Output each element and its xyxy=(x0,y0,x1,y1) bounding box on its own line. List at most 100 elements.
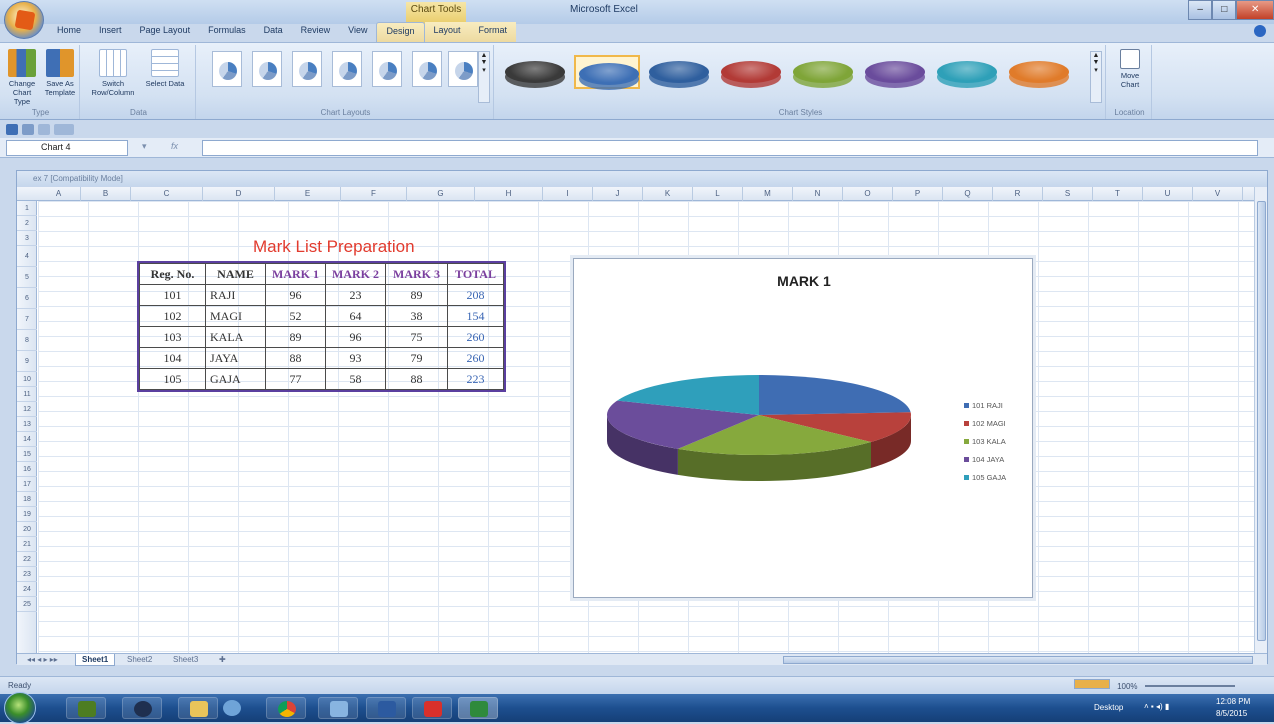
legend-entry[interactable]: 102 MAGI xyxy=(964,419,1006,428)
legend-entry[interactable]: 104 JAYA xyxy=(964,455,1006,464)
column-header-L[interactable]: L xyxy=(693,187,743,201)
change-chart-type-button[interactable]: Change Chart Type xyxy=(4,49,40,106)
name-box[interactable]: Chart 4 xyxy=(6,140,128,156)
row-header-10[interactable]: 10 xyxy=(17,372,37,387)
table-cell[interactable]: 79 xyxy=(385,347,448,369)
undo-icon[interactable] xyxy=(22,123,34,135)
table-cell[interactable]: MAGI xyxy=(205,305,266,327)
column-header-S[interactable]: S xyxy=(1043,187,1093,201)
taskbar-media-player-icon[interactable] xyxy=(122,697,162,719)
pie-slice-101-raji[interactable] xyxy=(759,375,911,415)
column-header-G[interactable]: G xyxy=(407,187,475,201)
tab-home[interactable]: Home xyxy=(48,22,90,42)
legend-entry[interactable]: 105 GAJA xyxy=(964,473,1006,482)
column-header-E[interactable]: E xyxy=(275,187,341,201)
table-cell[interactable]: 260 xyxy=(447,347,504,369)
help-icon[interactable] xyxy=(1254,25,1266,37)
table-cell[interactable]: 75 xyxy=(385,326,448,348)
taskbar-network-icon[interactable] xyxy=(318,697,358,719)
insert-sheet-icon[interactable]: ✚ xyxy=(213,654,232,666)
table-cell[interactable]: 64 xyxy=(325,305,386,327)
column-header-N[interactable]: N xyxy=(793,187,843,201)
view-buttons[interactable] xyxy=(1074,679,1110,689)
row-header-20[interactable]: 20 xyxy=(17,522,37,537)
tab-page-layout[interactable]: Page Layout xyxy=(131,22,200,42)
style-thumb-3[interactable] xyxy=(646,55,712,89)
layout-thumb-3[interactable] xyxy=(292,51,322,87)
tab-review[interactable]: Review xyxy=(292,22,340,42)
row-header-15[interactable]: 15 xyxy=(17,447,37,462)
sheet-tab-sheet3[interactable]: Sheet3 xyxy=(167,654,204,666)
row-header-25[interactable]: 25 xyxy=(17,597,37,612)
legend-entry[interactable]: 101 RAJI xyxy=(964,401,1006,410)
office-button[interactable] xyxy=(4,1,44,39)
table-cell[interactable]: 96 xyxy=(325,326,386,348)
tab-design[interactable]: Design xyxy=(376,22,425,42)
layouts-scroll[interactable]: ▲ ▼ ▾ xyxy=(478,51,490,103)
column-header-M[interactable]: M xyxy=(743,187,793,201)
row-header-11[interactable]: 11 xyxy=(17,387,37,402)
table-cell[interactable]: KALA xyxy=(205,326,266,348)
desktop-label[interactable]: Desktop xyxy=(1094,703,1123,712)
table-header-cell[interactable]: MARK 2 xyxy=(325,263,386,285)
customize-qat-icon[interactable] xyxy=(54,123,74,135)
row-header-4[interactable]: 4 xyxy=(17,246,37,267)
insert-function-button[interactable]: ▾ fx xyxy=(142,141,198,155)
table-cell[interactable]: 88 xyxy=(385,368,448,390)
taskbar-paint-icon[interactable] xyxy=(212,697,252,719)
taskbar-dreamweaver-icon[interactable] xyxy=(66,697,106,719)
row-header-5[interactable]: 5 xyxy=(17,267,37,288)
row-header-23[interactable]: 23 xyxy=(17,567,37,582)
row-header-16[interactable]: 16 xyxy=(17,462,37,477)
taskbar-chrome-icon[interactable] xyxy=(266,697,306,719)
legend-entry[interactable]: 103 KALA xyxy=(964,437,1006,446)
vertical-scrollbar[interactable] xyxy=(1254,187,1267,653)
row-header-7[interactable]: 7 xyxy=(17,309,37,330)
chart-legend[interactable]: 101 RAJI 102 MAGI 103 KALA 104 JAYA 105 GAJA xyxy=(964,401,1006,491)
tab-formulas[interactable]: Formulas xyxy=(199,22,255,42)
table-cell[interactable]: 88 xyxy=(265,347,326,369)
row-header-22[interactable]: 22 xyxy=(17,552,37,567)
tray-icons[interactable]: ˄ ▪ ◂) ▮ xyxy=(1144,702,1169,711)
maximize-button[interactable]: □ xyxy=(1212,0,1237,20)
column-header-U[interactable]: U xyxy=(1143,187,1193,201)
row-header-6[interactable]: 6 xyxy=(17,288,37,309)
table-cell[interactable]: 89 xyxy=(385,284,448,306)
table-cell[interactable]: 103 xyxy=(139,326,206,348)
layout-thumb-4[interactable] xyxy=(332,51,362,87)
sheet-tab-sheet1[interactable]: Sheet1 xyxy=(75,654,116,666)
zoom-level[interactable]: 100% xyxy=(1117,682,1137,691)
column-header-Q[interactable]: Q xyxy=(943,187,993,201)
row-header-24[interactable]: 24 xyxy=(17,582,37,597)
chart-title[interactable]: MARK 1 xyxy=(574,273,1034,289)
table-cell[interactable]: 38 xyxy=(385,305,448,327)
column-header-I[interactable]: I xyxy=(543,187,593,201)
table-cell[interactable]: 52 xyxy=(265,305,326,327)
table-cell[interactable]: 77 xyxy=(265,368,326,390)
row-header-2[interactable]: 2 xyxy=(17,216,37,231)
layout-thumb-1[interactable] xyxy=(212,51,242,87)
formula-input[interactable] xyxy=(202,140,1258,156)
sheet-nav-arrows[interactable]: ◂◂ ◂ ▸ ▸▸ xyxy=(21,654,64,666)
tab-data[interactable]: Data xyxy=(255,22,292,42)
row-header-19[interactable]: 19 xyxy=(17,507,37,522)
table-cell[interactable]: 23 xyxy=(325,284,386,306)
column-header-T[interactable]: T xyxy=(1093,187,1143,201)
layout-thumb-6[interactable] xyxy=(412,51,442,87)
column-header-O[interactable]: O xyxy=(843,187,893,201)
row-header-9[interactable]: 9 xyxy=(17,351,37,372)
style-thumb-8[interactable] xyxy=(1006,55,1072,89)
tab-format[interactable]: Format xyxy=(469,22,517,42)
chart-area[interactable]: MARK 1 101 RAJI 102 MAGI 103 KALA 104 JAYA 1… xyxy=(573,258,1033,598)
minimize-button[interactable]: – xyxy=(1188,0,1213,20)
column-header-F[interactable]: F xyxy=(341,187,407,201)
select-data-button[interactable]: Select Data xyxy=(142,49,188,88)
style-thumb-7[interactable] xyxy=(934,55,1000,89)
close-button[interactable]: ✕ xyxy=(1236,0,1274,20)
column-header-K[interactable]: K xyxy=(643,187,693,201)
taskbar-word-icon[interactable] xyxy=(366,697,406,719)
row-header-21[interactable]: 21 xyxy=(17,537,37,552)
table-header-cell[interactable]: TOTAL xyxy=(447,263,504,285)
tab-layout[interactable]: Layout xyxy=(424,22,470,42)
zoom-control[interactable]: 100% xyxy=(1074,679,1264,691)
